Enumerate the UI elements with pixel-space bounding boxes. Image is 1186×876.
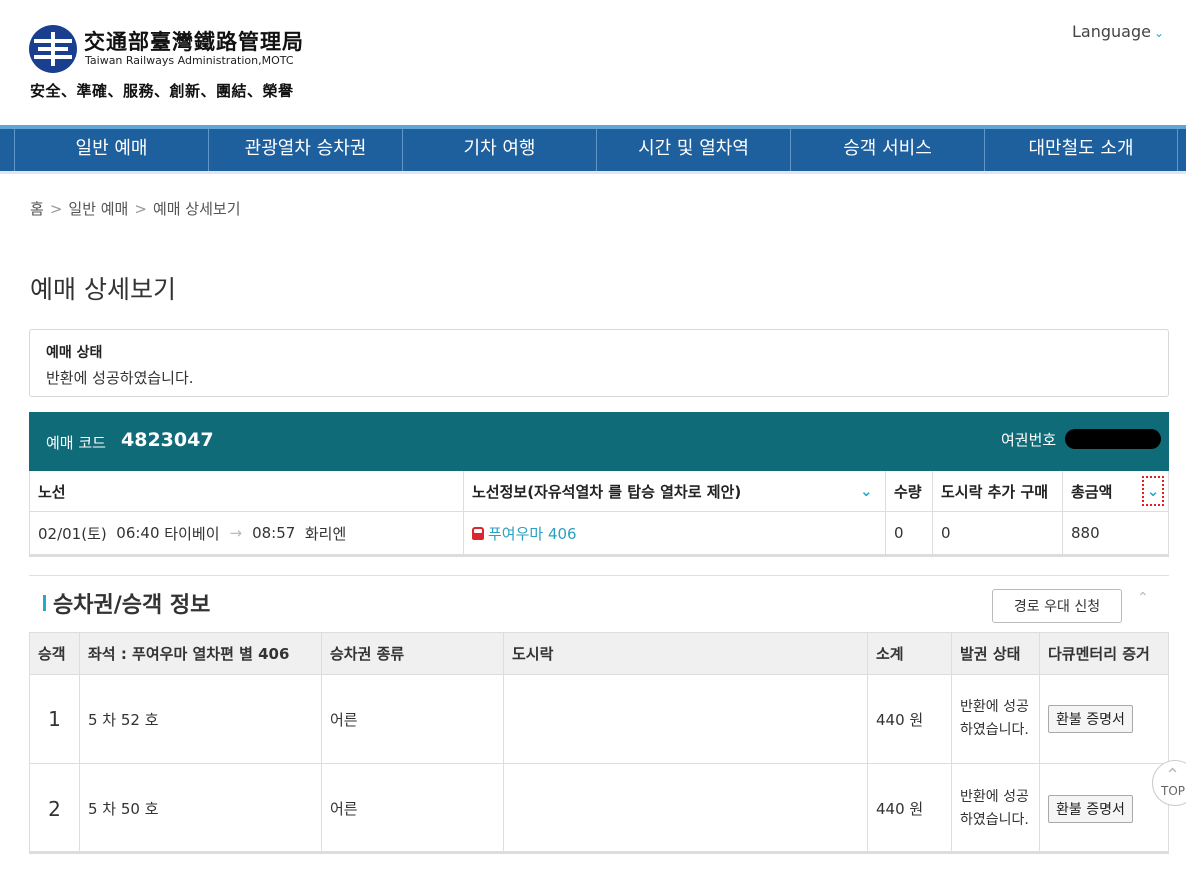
booking-status-box: 예매 상태 반환에 성공하였습니다.	[29, 329, 1169, 397]
chevron-up-icon: ⌃	[1165, 765, 1181, 786]
seat-cell: 5 차 50 호	[79, 764, 321, 853]
nav-item-passenger-service[interactable]: 승객 서비스	[790, 129, 984, 171]
nav-bottom-line	[0, 171, 1186, 174]
route-date: 02/01(토)	[38, 524, 107, 543]
refund-certificate-button[interactable]: 환불 증명서	[1048, 705, 1133, 733]
arr-station: 화리엔	[304, 524, 347, 543]
bento-cell	[503, 764, 867, 853]
passenger-table-header: 승객 좌석 : 푸여우마 열차편 별 406 승차권 종류 도시락 소계 발권 …	[30, 633, 1168, 675]
site-header: 交通部臺灣鐵路管理局 Taiwan Railways Administratio…	[0, 0, 1186, 125]
passenger-number: 2	[48, 796, 61, 821]
dep-time: 06:40	[116, 524, 160, 542]
issue-status-text: 반환에 성공하였습니다.	[960, 699, 1029, 738]
col-subtotal: 소계	[867, 633, 951, 674]
passenger-number: 1	[48, 707, 61, 731]
subtotal-cell: 440 원	[867, 764, 951, 853]
nav-item-timetable[interactable]: 시간 및 열차역	[596, 129, 790, 171]
issue-status-cell: 반환에 성공하였습니다.	[951, 764, 1039, 853]
col-bento: 도시락 추가 구매	[932, 471, 1062, 511]
booking-header: 예매 코드 4823047 여권번호	[29, 412, 1169, 471]
col-issue-status: 발권 상태	[951, 633, 1039, 674]
expand-toggle[interactable]: ⌄	[1142, 476, 1164, 506]
col-quantity: 수량	[885, 471, 932, 511]
bento-cell: 0	[932, 512, 1062, 554]
route-table-header: 노선 노선정보(자유석열차 를 탑승 열차로 제안) ⌄ 수량 도시락 추가 구…	[30, 471, 1168, 512]
col-bento: 도시락	[503, 633, 867, 674]
col-documents: 다큐멘터리 증거	[1039, 633, 1168, 674]
issue-status-cell: 반환에 성공하였습니다.	[951, 675, 1039, 763]
org-name-cn: 交通部臺灣鐵路管理局	[84, 30, 304, 54]
booking-code: 4823047	[121, 429, 214, 451]
col-route-info-label: 노선정보(자유석열차 를 탑승 열차로 제안)	[472, 482, 742, 501]
status-text: 반환에 성공하였습니다.	[46, 369, 194, 387]
train-name[interactable]: 푸여우마 406	[488, 523, 577, 544]
status-label: 예매 상태	[46, 345, 103, 361]
passport-number-redacted	[1065, 429, 1161, 449]
senior-discount-button[interactable]: 경로 우대 신청	[992, 589, 1122, 623]
col-route-info: 노선정보(자유석열차 를 탑승 열차로 제안) ⌄	[463, 471, 885, 511]
train-cell[interactable]: 푸여우마 406	[463, 512, 885, 554]
issue-status-text: 반환에 성공하였습니다.	[960, 788, 1029, 828]
booking-code-label: 예매 코드	[46, 434, 106, 452]
chevron-down-icon: ⌄	[1146, 482, 1160, 500]
documents-cell: 환불 증명서	[1039, 675, 1168, 763]
passenger-row: 2 5 차 50 호 어른 440 원 반환에 성공하였습니다. 환불 증명서	[30, 764, 1168, 853]
route-cell: 02/01(토) 06:40 타이베이 → 08:57 화리엔	[30, 512, 463, 554]
slogan: 安全、準確、服務、創新、團結、榮譽	[30, 82, 294, 100]
col-total-label: 총금액	[1071, 482, 1113, 501]
page-title: 예매 상세보기	[30, 275, 176, 304]
passenger-row: 1 5 차 52 호 어른 440 원 반환에 성공하였습니다. 환불 증명서	[30, 675, 1168, 764]
passenger-section-title: 승차권/승객 정보	[53, 593, 211, 618]
col-seat: 좌석 : 푸여우마 열차편 별 406	[79, 633, 321, 674]
breadcrumb-home[interactable]: 홈	[30, 200, 44, 218]
section-accent-bar	[43, 595, 46, 611]
refund-certificate-button[interactable]: 환불 증명서	[1048, 794, 1133, 823]
quantity-cell: 0	[885, 512, 932, 554]
arr-time: 08:57	[252, 524, 296, 542]
nav-item-tourist-train[interactable]: 관광열차 승차권	[208, 129, 402, 171]
passport-label: 여권번호	[1001, 431, 1057, 449]
breadcrumb-separator: >	[134, 200, 147, 218]
col-ticket-type: 승차권 종류	[321, 633, 503, 674]
total-cell: 880	[1062, 512, 1168, 554]
language-label: Language	[1072, 22, 1151, 41]
seat-cell: 5 차 52 호	[79, 675, 321, 763]
documents-cell: 환불 증명서	[1039, 764, 1168, 853]
breadcrumb-separator: >	[49, 200, 63, 218]
train-icon	[472, 526, 484, 540]
chevron-down-icon: ⌄	[1153, 26, 1165, 40]
route-table: 노선 노선정보(자유석열차 를 탑승 열차로 제안) ⌄ 수량 도시락 추가 구…	[29, 471, 1169, 557]
col-total: 총금액 ⌄	[1062, 471, 1168, 511]
tra-logo-icon	[29, 25, 77, 73]
breadcrumb: 홈 > 일반 예매 > 예매 상세보기	[30, 198, 241, 219]
col-passenger: 승객	[38, 645, 66, 663]
chevron-down-icon[interactable]: ⌄	[860, 482, 873, 500]
ticket-type-cell: 어른	[321, 675, 503, 763]
route-row: 02/01(토) 06:40 타이베이 → 08:57 화리엔 푸여우마 406 0…	[30, 512, 1168, 554]
dep-station: 타이베이	[164, 524, 220, 543]
arrow-right-icon: →	[229, 524, 243, 542]
passenger-section-header: 승차권/승객 정보 경로 우대 신청 ⌃	[29, 575, 1169, 632]
breadcrumb-general-booking[interactable]: 일반 예매	[68, 200, 128, 218]
nav-item-train-travel[interactable]: 기차 여행	[402, 129, 596, 171]
breadcrumb-current: 예매 상세보기	[152, 200, 241, 218]
language-selector[interactable]: Language ⌄	[1072, 22, 1164, 41]
col-route: 노선	[38, 482, 66, 501]
top-label: TOP	[1161, 784, 1186, 798]
nav-item-general-booking[interactable]: 일반 예매	[14, 129, 208, 171]
passenger-table: 승객 좌석 : 푸여우마 열차편 별 406 승차권 종류 도시락 소계 발권 …	[29, 632, 1169, 854]
org-name-en: Taiwan Railways Administration,MOTC	[85, 54, 294, 67]
nav-item-about[interactable]: 대만철도 소개	[984, 129, 1178, 171]
ticket-type-cell: 어른	[321, 764, 503, 853]
main-nav: 일반 예매 관광열차 승차권 기차 여행 시간 및 열차역 승객 서비스 대만철…	[0, 129, 1186, 171]
subtotal-cell: 440 원	[867, 675, 951, 763]
bento-cell	[503, 675, 867, 763]
chevron-up-icon[interactable]: ⌃	[1137, 590, 1149, 606]
